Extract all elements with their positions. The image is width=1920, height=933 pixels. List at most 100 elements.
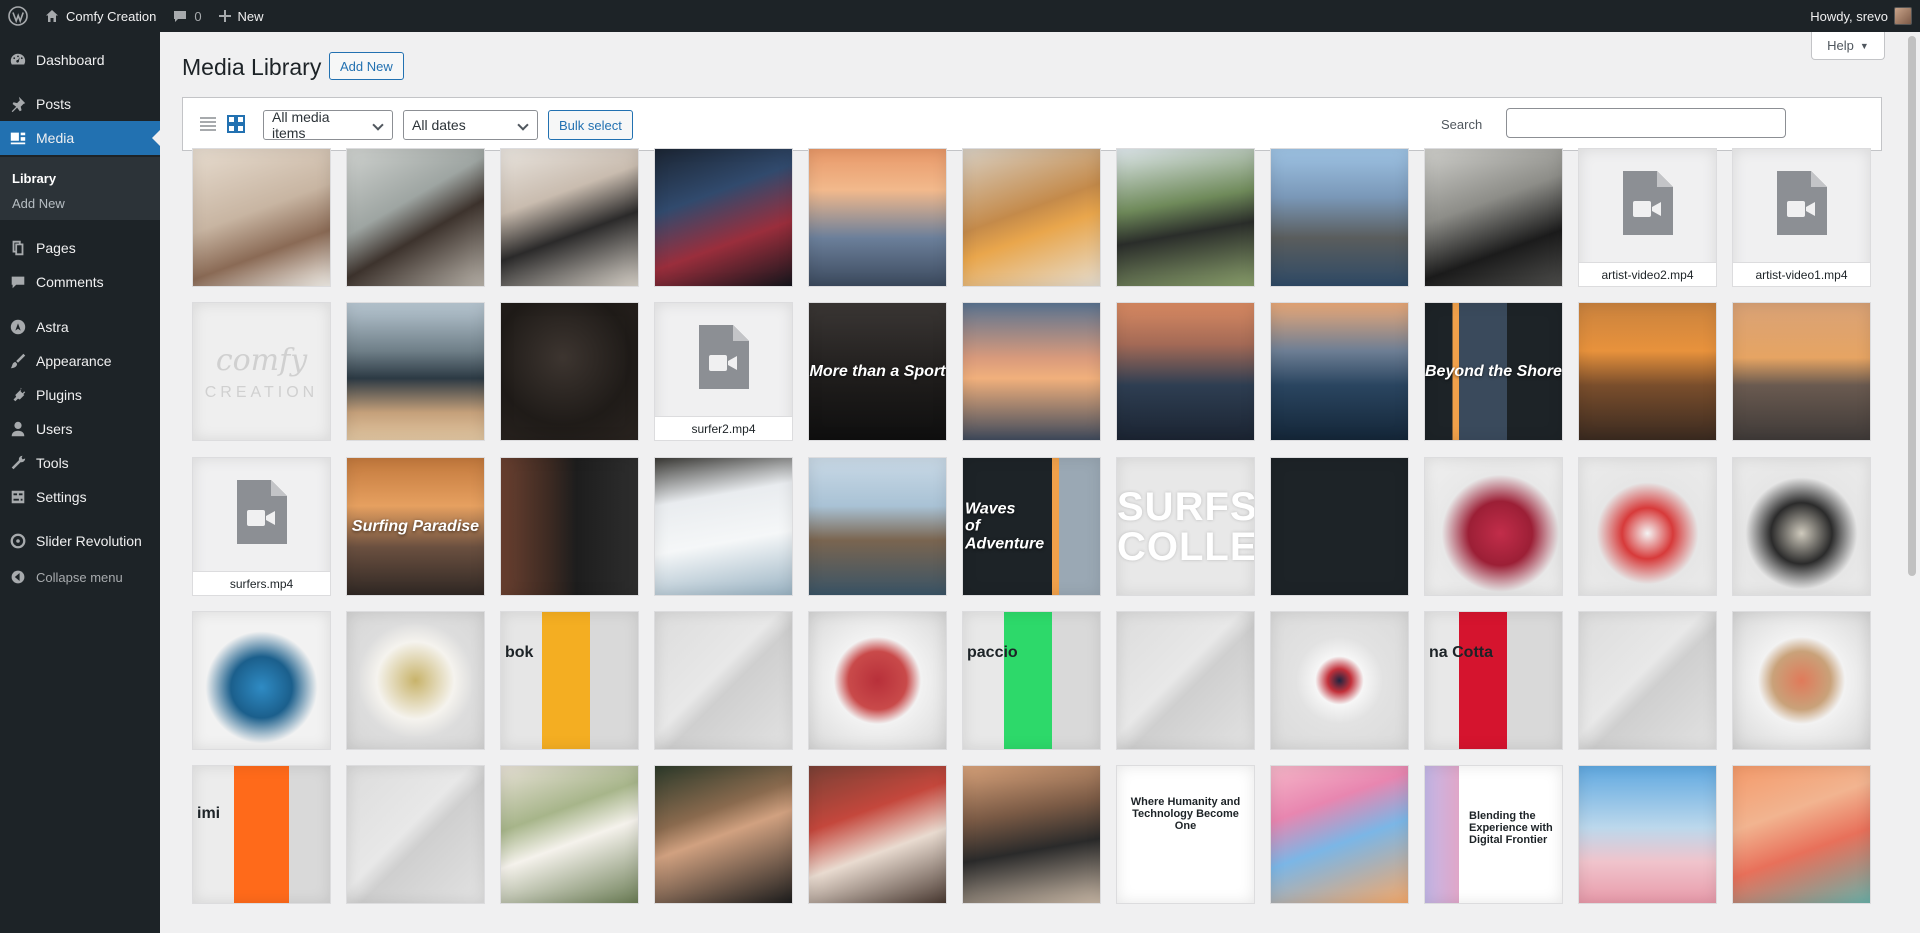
- help-label: Help: [1827, 38, 1854, 53]
- menu-appearance[interactable]: Appearance: [0, 344, 160, 378]
- file-name: artist-video1.mp4: [1733, 262, 1870, 286]
- video-item[interactable]: artist-video2.mp4: [1578, 148, 1717, 287]
- video-file-icon: [1777, 171, 1827, 235]
- search-label: Search: [1441, 117, 1483, 132]
- menu-label: Slider Revolution: [36, 533, 142, 549]
- media-item[interactable]: [1270, 148, 1409, 287]
- media-item[interactable]: [654, 457, 793, 596]
- page-scrollbar[interactable]: [1903, 32, 1920, 933]
- media-item[interactable]: [1732, 765, 1871, 904]
- media-item[interactable]: [1578, 457, 1717, 596]
- user-icon: [0, 420, 36, 438]
- media-item[interactable]: [1116, 611, 1255, 750]
- media-type-filter[interactable]: All media items: [263, 109, 393, 141]
- wordpress-logo-icon[interactable]: [0, 0, 36, 32]
- scrollbar-thumb[interactable]: [1908, 36, 1916, 576]
- media-item[interactable]: [654, 148, 793, 287]
- bulk-select-button[interactable]: Bulk select: [548, 110, 633, 140]
- media-item[interactable]: [808, 148, 947, 287]
- media-item[interactable]: [654, 611, 793, 750]
- account-menu[interactable]: Howdy, srevo: [1802, 0, 1920, 32]
- menu-label: Comments: [36, 274, 104, 290]
- menu-tools[interactable]: Tools: [0, 446, 160, 480]
- site-name-link[interactable]: Comfy Creation: [36, 0, 164, 32]
- media-item[interactable]: [962, 148, 1101, 287]
- video-item[interactable]: artist-video1.mp4: [1732, 148, 1871, 287]
- media-item[interactable]: [1270, 765, 1409, 904]
- media-item[interactable]: [500, 457, 639, 596]
- menu-comments[interactable]: Comments: [0, 265, 160, 299]
- media-item[interactable]: [1424, 148, 1563, 287]
- brush-icon: [0, 352, 36, 370]
- media-item[interactable]: [1578, 302, 1717, 441]
- media-item[interactable]: [1578, 765, 1717, 904]
- media-item[interactable]: Waves of Adventure: [962, 457, 1101, 596]
- media-item[interactable]: More than a Sport: [808, 302, 947, 441]
- menu-media[interactable]: Media: [0, 121, 160, 155]
- video-item[interactable]: surfers.mp4: [192, 457, 331, 596]
- menu-plugins[interactable]: Plugins: [0, 378, 160, 412]
- media-item[interactable]: [500, 302, 639, 441]
- menu-posts[interactable]: Posts: [0, 87, 160, 121]
- menu-dashboard[interactable]: Dashboard: [0, 43, 160, 77]
- media-item[interactable]: Where Humanity and Technology Become One: [1116, 765, 1255, 904]
- media-item[interactable]: paccio: [962, 611, 1101, 750]
- search-input[interactable]: [1506, 108, 1786, 138]
- media-item[interactable]: [1270, 457, 1409, 596]
- media-item[interactable]: [346, 148, 485, 287]
- media-item[interactable]: Beyond the Shore: [1424, 302, 1563, 441]
- comments-link[interactable]: 0: [164, 0, 209, 32]
- media-item[interactable]: [962, 302, 1101, 441]
- media-item[interactable]: [1270, 611, 1409, 750]
- help-button[interactable]: Help ▼: [1811, 32, 1885, 60]
- add-new-button[interactable]: Add New: [329, 52, 404, 80]
- submenu-library[interactable]: Library: [12, 171, 56, 186]
- admin-bar: Comfy Creation 0 New Howdy, srevo: [0, 0, 1920, 32]
- media-item[interactable]: [500, 148, 639, 287]
- plus-icon: [218, 10, 231, 22]
- menu-pages[interactable]: Pages: [0, 231, 160, 265]
- media-item[interactable]: [192, 611, 331, 750]
- media-item[interactable]: [1732, 611, 1871, 750]
- grid-view-icon[interactable]: [225, 113, 247, 135]
- menu-astra[interactable]: Astra: [0, 310, 160, 344]
- media-item[interactable]: [1116, 302, 1255, 441]
- media-item[interactable]: [808, 765, 947, 904]
- media-item[interactable]: [500, 765, 639, 904]
- media-item[interactable]: [1270, 302, 1409, 441]
- media-item[interactable]: imi: [192, 765, 331, 904]
- media-item[interactable]: [808, 611, 947, 750]
- media-item[interactable]: [1578, 611, 1717, 750]
- media-item[interactable]: [1424, 457, 1563, 596]
- menu-slider-revolution[interactable]: Slider Revolution: [0, 524, 160, 558]
- media-item[interactable]: SURFSO COLLECTIVE: [1116, 457, 1255, 596]
- media-item[interactable]: Blending the Experience with Digital Fro…: [1424, 765, 1563, 904]
- list-view-icon[interactable]: [197, 113, 219, 135]
- menu-users[interactable]: Users: [0, 412, 160, 446]
- new-content-link[interactable]: New: [210, 0, 272, 32]
- submenu-add-new[interactable]: Add New: [12, 196, 65, 211]
- date-filter[interactable]: All dates: [403, 110, 538, 140]
- overlay-text: More than a Sport: [809, 362, 946, 380]
- media-item[interactable]: [654, 765, 793, 904]
- menu-settings[interactable]: Settings: [0, 480, 160, 514]
- media-item[interactable]: [346, 302, 485, 441]
- video-file-icon: [1623, 171, 1673, 235]
- media-item[interactable]: [1732, 457, 1871, 596]
- media-item[interactable]: [1732, 302, 1871, 441]
- caret-down-icon: ▼: [1859, 40, 1869, 51]
- media-item[interactable]: Surfing Paradise: [346, 457, 485, 596]
- pages-icon: [0, 239, 36, 257]
- media-item[interactable]: [346, 765, 485, 904]
- media-item[interactable]: na Cotta: [1424, 611, 1563, 750]
- media-item[interactable]: bok: [500, 611, 639, 750]
- media-item[interactable]: [808, 457, 947, 596]
- collapse-menu-button[interactable]: Collapse menu: [0, 560, 160, 594]
- menu-label: Collapse menu: [36, 569, 123, 585]
- media-item[interactable]: [192, 148, 331, 287]
- media-item[interactable]: [962, 765, 1101, 904]
- media-item[interactable]: [1116, 148, 1255, 287]
- video-item[interactable]: surfer2.mp4: [654, 302, 793, 441]
- media-item[interactable]: [346, 611, 485, 750]
- media-item[interactable]: comfy CREATION: [192, 302, 331, 441]
